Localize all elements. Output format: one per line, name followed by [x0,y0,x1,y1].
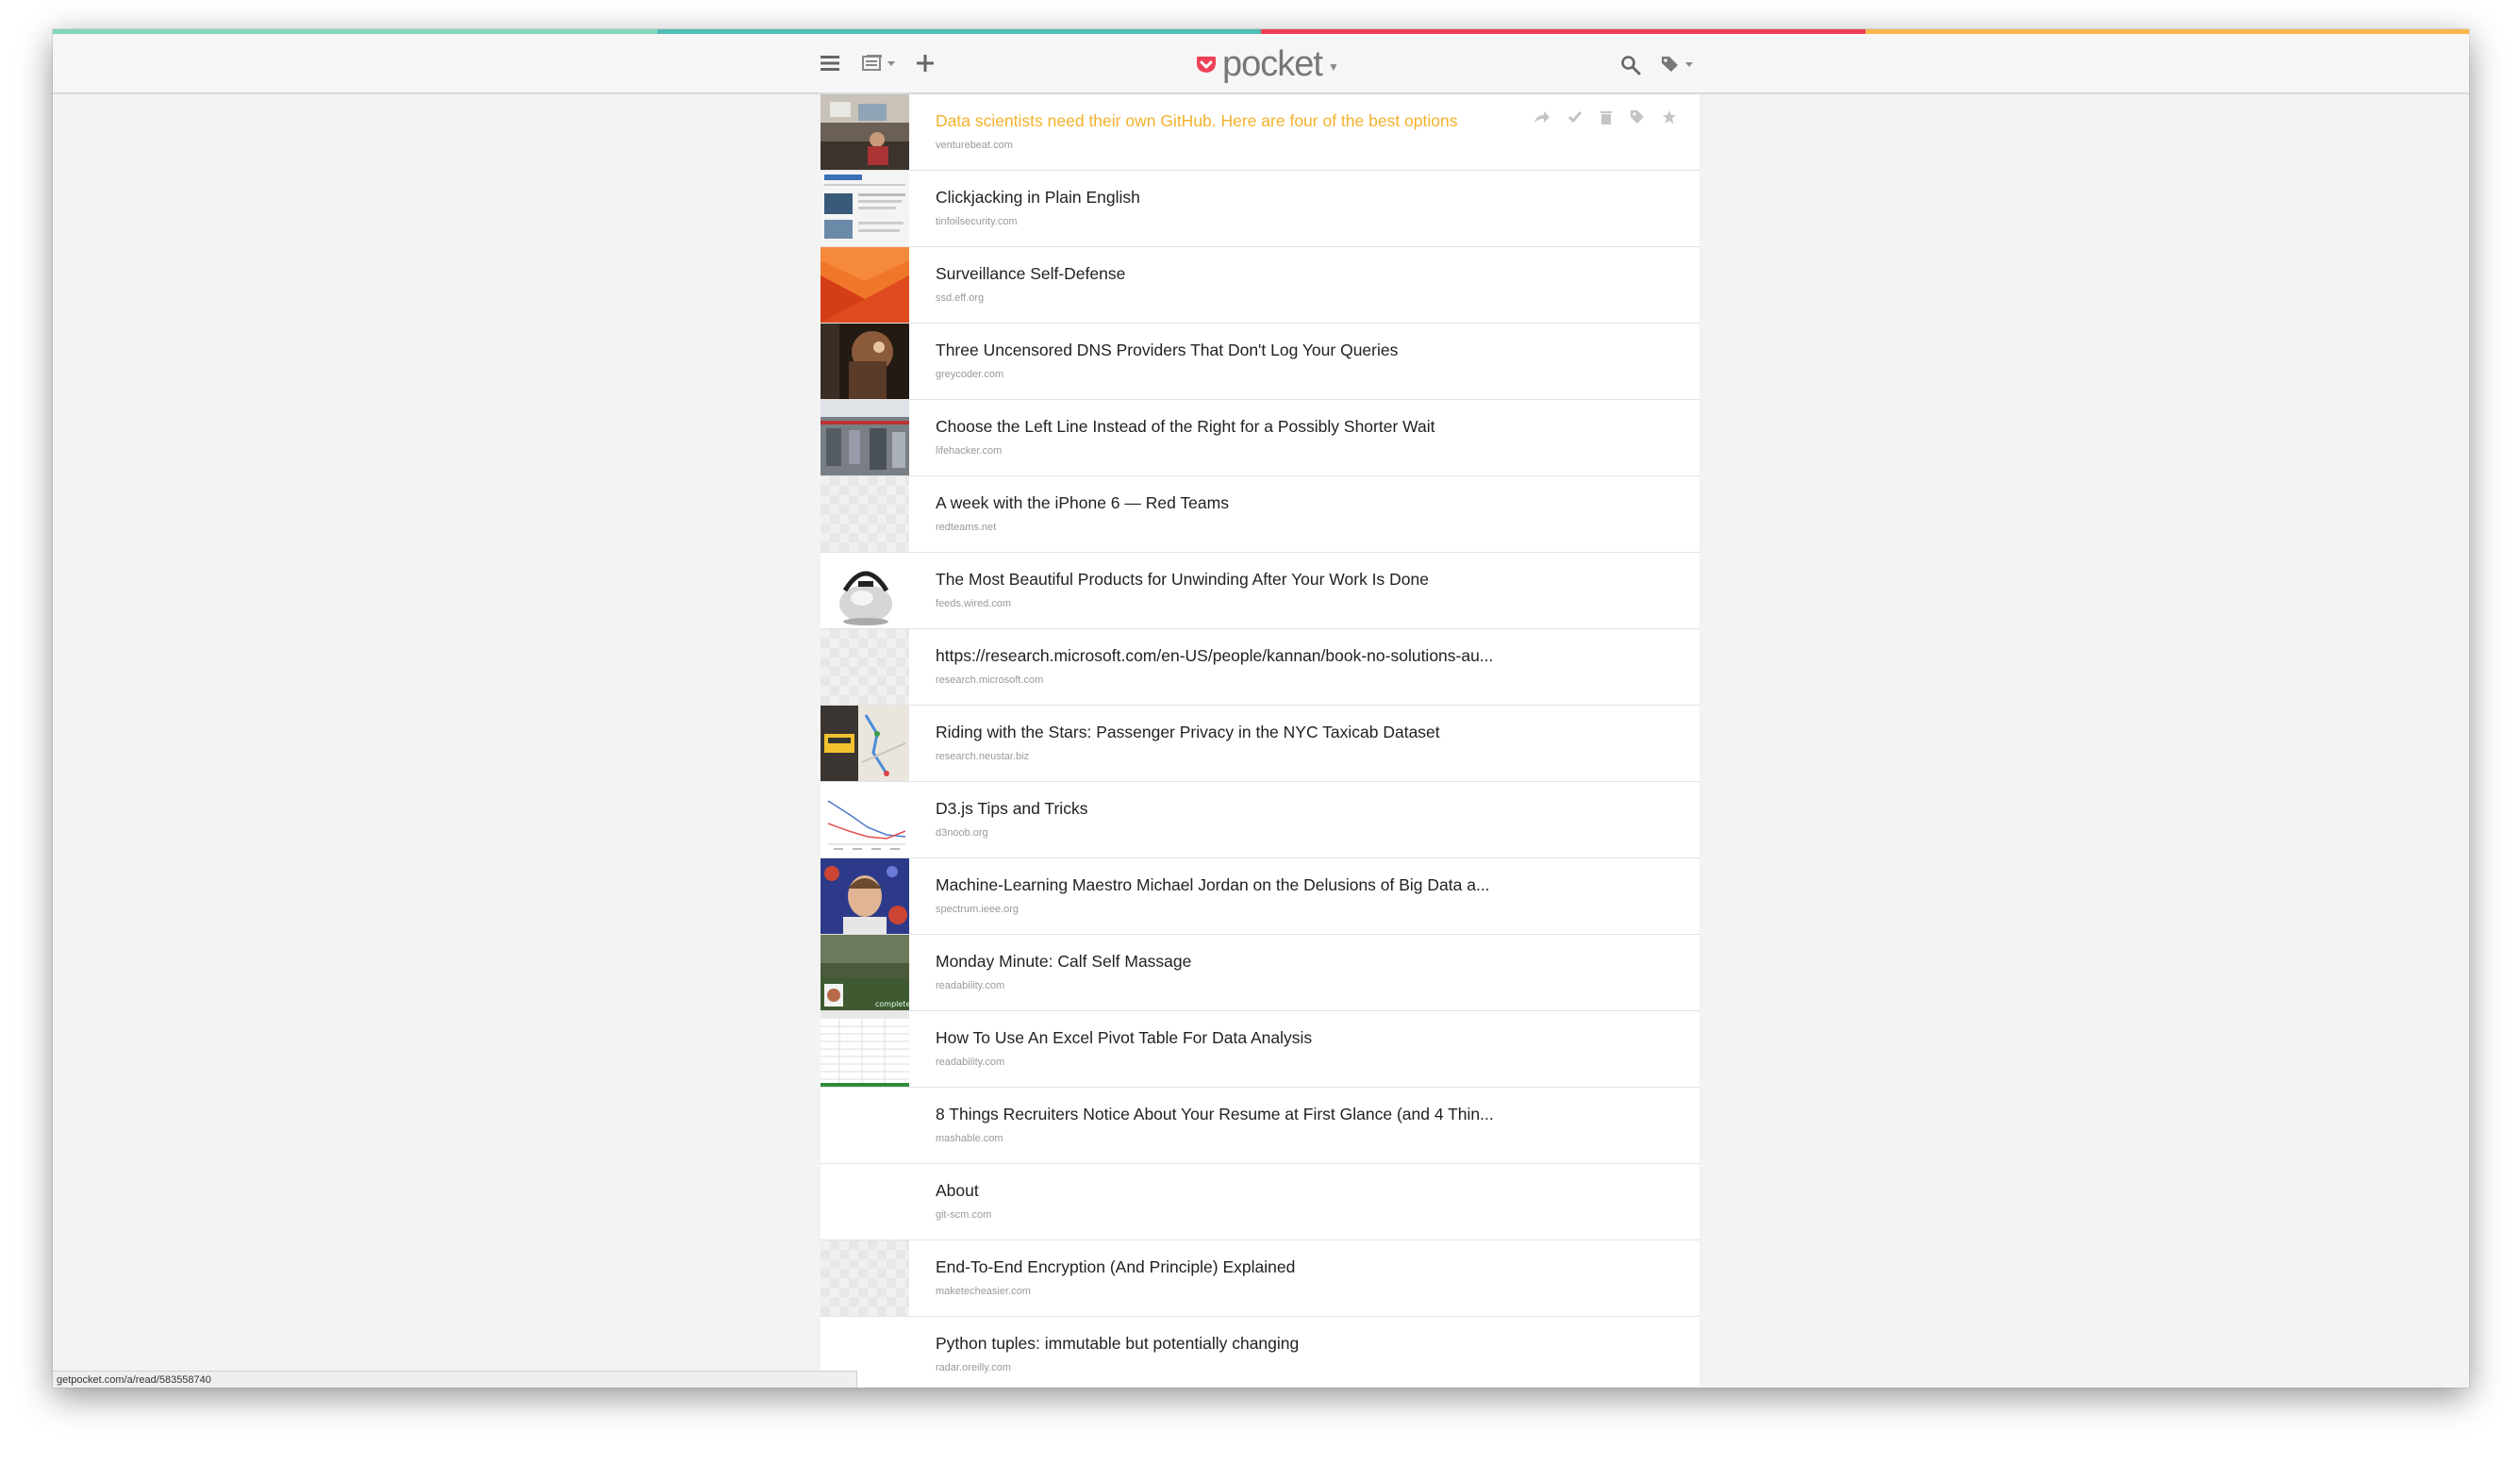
item-domain: d3noob.org [936,827,988,839]
add-icon[interactable] [916,54,935,76]
item-actions [1534,109,1677,127]
item-thumbnail[interactable] [821,1240,909,1316]
item-title[interactable]: Surveillance Self-Defense [936,264,1125,284]
archive-check-icon[interactable] [1567,109,1583,127]
item-thumbnail[interactable] [821,476,909,552]
item-title[interactable]: About [936,1181,979,1201]
list-item[interactable]: Data scientists need their own GitHub. H… [821,94,1699,171]
search-icon[interactable] [1620,55,1641,79]
share-icon[interactable] [1534,109,1550,127]
pocket-logo-icon [1197,57,1216,73]
item-title[interactable]: https://research.microsoft.com/en-US/peo… [936,646,1493,666]
item-title[interactable]: Three Uncensored DNS Providers That Don'… [936,341,1398,360]
item-title[interactable]: D3.js Tips and Tricks [936,799,1087,819]
item-title[interactable]: End-To-End Encryption (And Principle) Ex… [936,1257,1295,1277]
tag-icon[interactable] [1661,55,1697,77]
item-domain: research.neustar.biz [936,751,1030,762]
favorite-star-icon[interactable] [1662,109,1677,127]
item-thumbnail[interactable] [821,247,909,323]
item-title[interactable]: Riding with the Stars: Passenger Privacy… [936,723,1440,742]
item-domain: ssd.eff.org [936,292,985,304]
item-domain: lifehacker.com [936,445,1003,457]
item-domain: spectrum.ieee.org [936,904,1020,915]
item-domain: tinfoilsecurity.com [936,216,1018,227]
item-thumbnail[interactable] [821,858,909,934]
item-thumbnail[interactable] [821,324,909,399]
list-item[interactable]: The Most Beautiful Products for Unwindin… [821,553,1699,629]
item-thumbnail[interactable] [821,171,909,246]
item-title[interactable]: The Most Beautiful Products for Unwindin… [936,570,1429,590]
list-item[interactable]: Python tuples: immutable but potentially… [821,1317,1699,1388]
item-domain: readability.com [936,980,1005,991]
item-title[interactable]: Clickjacking in Plain English [936,188,1140,208]
list-item[interactable]: How To Use An Excel Pivot Table For Data… [821,1011,1699,1088]
item-thumbnail[interactable] [821,782,909,857]
item-thumbnail[interactable] [821,400,909,475]
menu-icon[interactable] [821,55,839,75]
list-item[interactable]: Clickjacking in Plain English tinfoilsecu… [821,171,1699,247]
item-thumbnail[interactable] [821,1088,909,1163]
item-title[interactable]: How To Use An Excel Pivot Table For Data… [936,1028,1312,1048]
item-domain: greycoder.com [936,369,1004,380]
pocket-logo[interactable]: pocket ▼ [1196,42,1339,86]
item-thumbnail[interactable]: complete [821,935,909,1010]
svg-text:complete: complete [875,1000,909,1008]
item-title[interactable]: Machine-Learning Maestro Michael Jordan … [936,875,1490,895]
status-bar-url: getpocket.com/a/read/583558740 [53,1371,857,1388]
item-title[interactable]: A week with the iPhone 6 — Red Teams [936,493,1229,513]
item-domain: research.microsoft.com [936,674,1044,686]
list-item[interactable]: complete Monday Minute: Calf Self Massage… [821,935,1699,1011]
list-item[interactable]: Three Uncensored DNS Providers That Don'… [821,324,1699,400]
reading-list: Data scientists need their own GitHub. H… [821,94,1699,1388]
list-item[interactable]: 8 Things Recruiters Notice About Your Re… [821,1088,1699,1164]
item-thumbnail[interactable] [821,706,909,781]
item-title[interactable]: Choose the Left Line Instead of the Righ… [936,417,1435,437]
list-item[interactable]: https://research.microsoft.com/en-US/peo… [821,629,1699,706]
list-item[interactable]: End-To-End Encryption (And Principle) Ex… [821,1240,1699,1317]
item-thumbnail[interactable] [821,1164,909,1239]
item-title[interactable]: Data scientists need their own GitHub. H… [936,111,1458,131]
item-title[interactable]: Python tuples: immutable but potentially… [936,1334,1299,1354]
item-domain: maketecheasier.com [936,1286,1031,1297]
item-domain: venturebeat.com [936,140,1013,151]
toolbar: pocket ▼ [53,34,2469,94]
item-thumbnail[interactable] [821,629,909,705]
logo-text: pocket [1222,43,1323,84]
item-thumbnail[interactable] [821,1011,909,1087]
list-view-icon[interactable] [861,55,899,75]
item-domain: feeds.wired.com [936,598,1012,609]
tag-item-icon[interactable] [1630,109,1645,127]
delete-icon[interactable] [1600,109,1613,127]
list-item[interactable]: D3.js Tips and Tricks d3noob.org [821,782,1699,858]
list-item[interactable]: Riding with the Stars: Passenger Privacy… [821,706,1699,782]
list-item[interactable]: Machine-Learning Maestro Michael Jordan … [821,858,1699,935]
item-title[interactable]: Monday Minute: Calf Self Massage [936,952,1191,972]
item-domain: readability.com [936,1056,1005,1068]
browser-window: pocket ▼ Data scientists need their own … [53,29,2469,1388]
list-item[interactable]: Choose the Left Line Instead of the Righ… [821,400,1699,476]
list-item[interactable]: Surveillance Self-Defense ssd.eff.org [821,247,1699,324]
list-item[interactable]: About git-scm.com [821,1164,1699,1240]
item-thumbnail[interactable] [821,553,909,628]
list-item[interactable]: A week with the iPhone 6 — Red Teams redt… [821,476,1699,553]
chevron-down-icon[interactable]: ▼ [1328,60,1339,74]
item-domain: radar.oreilly.com [936,1362,1011,1373]
item-title[interactable]: 8 Things Recruiters Notice About Your Re… [936,1105,1494,1124]
item-domain: mashable.com [936,1133,1003,1144]
item-domain: redteams.net [936,522,997,533]
item-thumbnail[interactable] [821,94,909,170]
item-domain: git-scm.com [936,1209,992,1221]
